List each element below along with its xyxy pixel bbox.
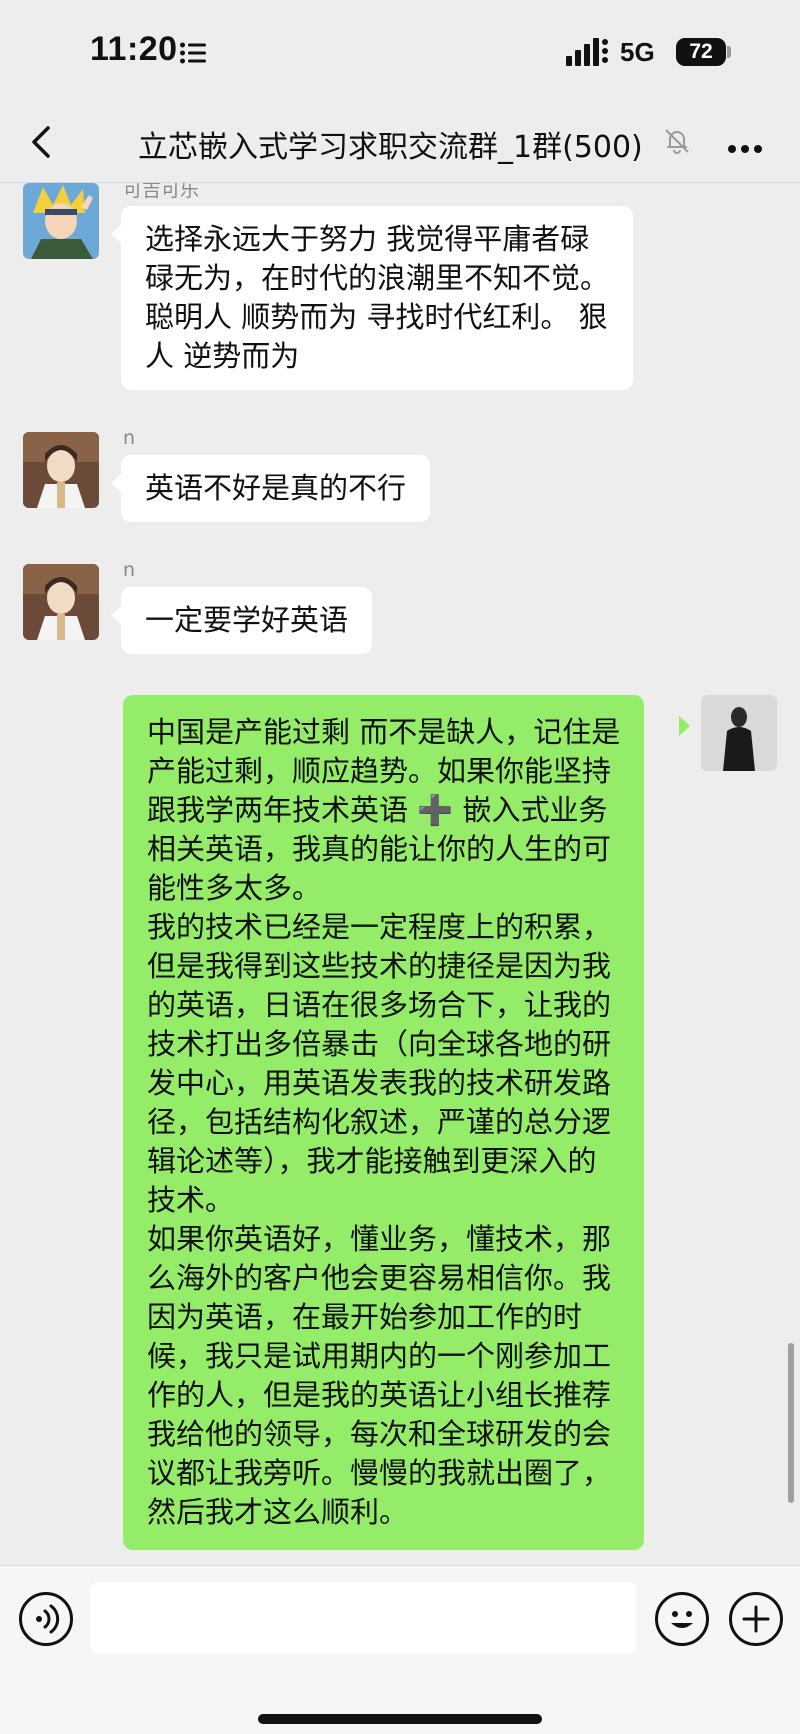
signal-icon — [566, 36, 610, 66]
message-line: 的英语，日语在很多场合下，让我的 — [147, 988, 612, 1022]
bubble-tail — [111, 606, 121, 624]
message-line: 么海外的客户他会更容易相信你。我 — [147, 1261, 612, 1295]
message-line: 因为英语，在最开始参加工作的时 — [147, 1300, 583, 1334]
message-line: 候，我只是试用期内的一个刚参加工 — [147, 1339, 612, 1373]
message-line: 但是我得到这些技术的捷径是因为我 — [147, 949, 612, 983]
status-bar: 11:20 5G 72 — [0, 0, 800, 100]
message-line: 一定要学好英语 — [145, 603, 349, 637]
status-time: 11:20 — [90, 30, 178, 68]
message-line: 能性多太多。 — [147, 871, 322, 905]
voice-icon[interactable] — [19, 1592, 73, 1646]
message-list[interactable]: 可吉可乐 选择永远大于努力 我觉得平庸者碌 碌无为，在时代的浪潮里不知不觉。 聪… — [0, 183, 800, 1565]
battery-icon: 72 — [676, 38, 726, 66]
message-line: 碌无为，在时代的浪潮里不知不觉。 — [145, 261, 610, 295]
message-line: 作的人，但是我的英语让小组长推荐 — [147, 1378, 612, 1412]
emoji-icon[interactable] — [655, 1592, 709, 1646]
message-line: 技术。 — [147, 1183, 235, 1217]
message-bubble[interactable]: 选择永远大于努力 我觉得平庸者碌 碌无为，在时代的浪潮里不知不觉。 聪明人 顺势… — [121, 206, 634, 390]
message-bubble[interactable]: 英语不好是真的不行 — [121, 455, 431, 522]
message-line: 中国是产能过剩 而不是缺人，记住是 — [147, 715, 621, 749]
message-line: 跟我学两年技术英语 ➕ 嵌入式业务 — [147, 793, 608, 827]
mute-bell-icon — [662, 126, 692, 156]
message-line: 议都让我旁听。慢慢的我就出圈了， — [147, 1456, 612, 1490]
message-line: 发中心，用英语发表我的技术研发路 — [147, 1066, 612, 1100]
home-indicator[interactable] — [258, 1714, 542, 1724]
message-line: 径，包括结构化叙述，严谨的总分逻 — [147, 1105, 612, 1139]
message-line: 技术打出多倍暴击（向全球各地的研 — [147, 1027, 612, 1061]
message-line: 我给他的领导，每次和全球研发的会 — [147, 1417, 612, 1451]
avatar[interactable] — [23, 183, 99, 259]
message-line: 然后我才这么顺利。 — [147, 1495, 409, 1529]
bubble-tail — [111, 225, 121, 243]
message-line: 如果你英语好，懂业务，懂技术，那 — [147, 1222, 612, 1256]
avatar[interactable] — [23, 564, 99, 640]
chat-title[interactable]: 立芯嵌入式学习求职交流群_1群(500) — [138, 122, 643, 166]
message-line: 相关英语，我真的能让你的人生的可 — [147, 832, 612, 866]
more-icon[interactable] — [728, 138, 768, 153]
list-icon — [180, 42, 206, 68]
sender-name: n — [123, 559, 136, 581]
message-line: 聪明人 顺势而为 寻找时代红利。 狠 — [145, 300, 608, 334]
sender-name: n — [123, 427, 136, 449]
message-input[interactable] — [90, 1582, 636, 1654]
back-icon[interactable] — [26, 122, 62, 162]
message-line: 我的技术已经是一定程度上的积累， — [147, 910, 612, 944]
input-bar — [0, 1565, 800, 1734]
scrollbar-thumb[interactable] — [788, 1343, 794, 1503]
chat-header: 立芯嵌入式学习求职交流群_1群(500) — [0, 100, 800, 183]
plus-icon[interactable] — [729, 1592, 783, 1646]
sender-name: 可吉可乐 — [123, 183, 200, 201]
message-bubble[interactable]: 一定要学好英语 — [121, 587, 373, 654]
message-bubble[interactable]: 中国是产能过剩 而不是缺人，记住是 产能过剩，顺应趋势。如果你能坚持 跟我学两年… — [123, 695, 645, 1550]
avatar[interactable] — [23, 432, 99, 508]
message-line: 辑论述等），我才能接触到更深入的 — [147, 1144, 597, 1178]
bubble-tail — [679, 716, 690, 736]
message-line: 产能过剩，顺应趋势。如果你能坚持 — [147, 754, 612, 788]
message-line: 人 逆势而为 — [145, 339, 300, 373]
message-line: 选择永远大于努力 我觉得平庸者碌 — [145, 222, 590, 256]
network-type: 5G — [620, 37, 655, 67]
bubble-tail — [111, 474, 121, 492]
battery-tip — [727, 46, 731, 58]
message-line: 英语不好是真的不行 — [145, 471, 407, 505]
self-avatar[interactable] — [701, 695, 777, 771]
